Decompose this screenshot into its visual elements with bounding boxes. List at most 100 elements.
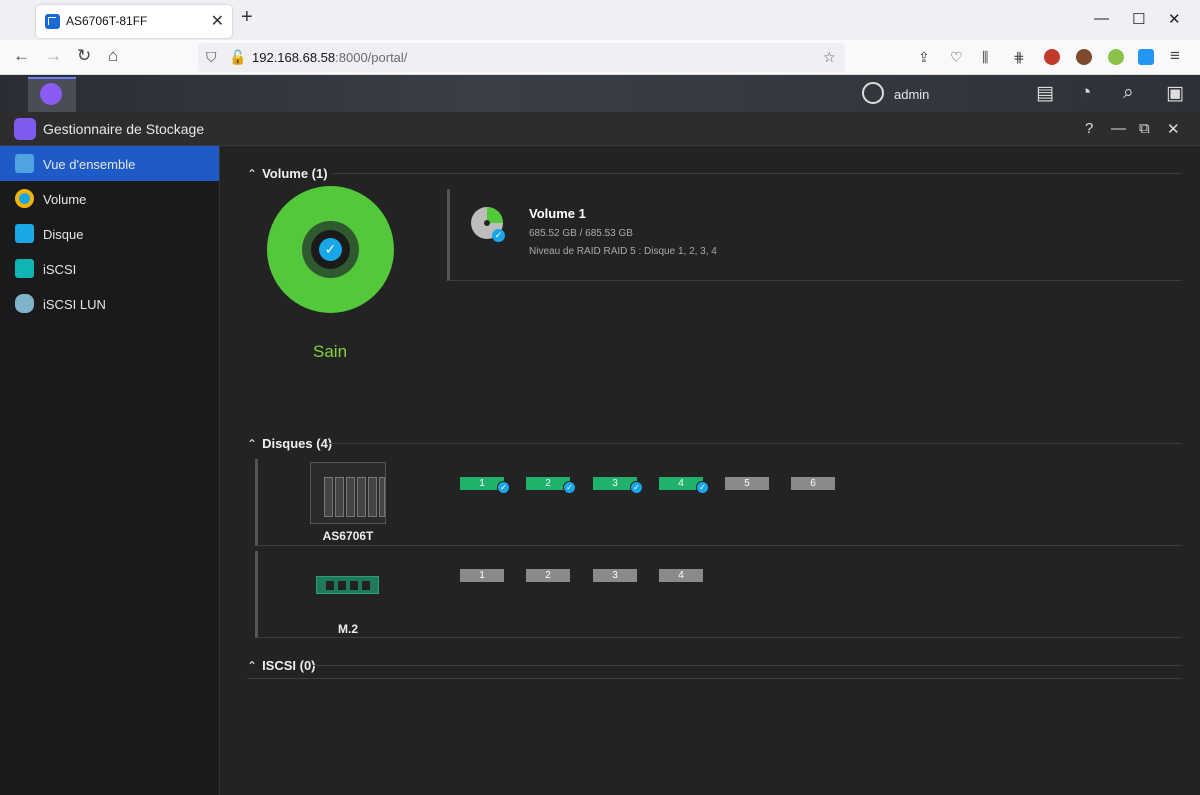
user-name: admin bbox=[894, 87, 930, 102]
forward-icon[interactable]: → bbox=[45, 46, 62, 66]
slot-number: 4 bbox=[678, 478, 684, 489]
m2-chip bbox=[362, 581, 370, 590]
save-to-pocket-icon[interactable]: ⇪ bbox=[918, 49, 930, 66]
window-minimize-button[interactable]: — bbox=[1094, 10, 1109, 27]
restore-button[interactable]: ⧉ bbox=[1139, 120, 1150, 137]
check-icon: ✓ bbox=[492, 229, 505, 242]
volume-health-chart: ✓ bbox=[267, 186, 394, 313]
search-icon[interactable]: ⌕ bbox=[1123, 82, 1134, 104]
window-close-button[interactable]: ✕ bbox=[1168, 10, 1181, 28]
check-icon: ✓ bbox=[563, 481, 576, 494]
window-title: Gestionnaire de Stockage bbox=[43, 121, 205, 137]
check-icon: ✓ bbox=[319, 238, 342, 261]
storage-manager-app-icon bbox=[40, 83, 62, 105]
m2-chip bbox=[326, 581, 334, 590]
extension-puzzle-icon[interactable] bbox=[1138, 49, 1154, 65]
close-button[interactable]: ✕ bbox=[1167, 120, 1180, 138]
sidebar-item-label: Disque bbox=[43, 227, 84, 242]
volume-raid-info: Niveau de RAID RAID 5 : Disque 1, 2, 3, … bbox=[529, 246, 717, 257]
iscsi-section-toggle[interactable]: ISCSI (0) bbox=[247, 658, 315, 673]
disk-slot[interactable]: 5 bbox=[725, 477, 769, 490]
volume-pie-icon: ✓ bbox=[471, 207, 505, 242]
disk-slot[interactable]: 2 ✓ bbox=[526, 477, 576, 494]
window-maximize-button[interactable]: ☐ bbox=[1132, 10, 1145, 28]
back-icon[interactable]: ← bbox=[13, 46, 30, 66]
dashboard-icon[interactable]: ◔ bbox=[1080, 82, 1091, 104]
check-icon: ✓ bbox=[497, 481, 510, 494]
disk-slot[interactable]: 2 bbox=[526, 569, 570, 582]
disk-slot[interactable]: 1 bbox=[460, 569, 504, 582]
extension-avatar-icon[interactable] bbox=[1076, 49, 1092, 65]
iscsi-icon bbox=[15, 259, 34, 278]
slot-number: 3 bbox=[612, 478, 618, 489]
drive-bay bbox=[379, 477, 385, 517]
minimize-button[interactable]: — bbox=[1111, 120, 1126, 137]
check-icon: ✓ bbox=[696, 481, 709, 494]
disk-slot[interactable]: 6 bbox=[791, 477, 835, 490]
device-name: AS6706T bbox=[322, 529, 374, 543]
disk-icon bbox=[15, 224, 34, 243]
health-status: Sain bbox=[313, 342, 348, 361]
sidebar-item-disk[interactable]: Disque bbox=[0, 216, 219, 251]
section-divider bbox=[247, 678, 1181, 679]
m2-chip bbox=[338, 581, 346, 590]
drive-bay bbox=[346, 477, 355, 517]
section-divider bbox=[333, 173, 1181, 174]
insecure-lock-icon[interactable]: 🔓 bbox=[229, 49, 246, 66]
reload-icon[interactable]: ↻ bbox=[77, 46, 91, 66]
sidebar-item-overview[interactable]: Vue d'ensemble bbox=[0, 146, 219, 181]
volume-name: Volume 1 bbox=[529, 206, 586, 221]
disk-slot[interactable]: 3 bbox=[593, 569, 637, 582]
m2-ssd-image bbox=[316, 576, 379, 594]
user-avatar-icon bbox=[862, 82, 884, 104]
bookmark-star-icon[interactable]: ☆ bbox=[823, 49, 836, 66]
home-icon[interactable]: ⌂ bbox=[108, 46, 118, 66]
site-favicon-icon bbox=[45, 14, 60, 29]
sidebar-item-iscsi-lun[interactable]: iSCSI LUN bbox=[0, 286, 219, 321]
extension-badge-icon[interactable] bbox=[1108, 49, 1124, 65]
device-name: M.2 bbox=[337, 622, 358, 636]
sidebar: Vue d'ensemble Volume Disque iSCSI iSCSI… bbox=[0, 146, 220, 795]
overview-icon bbox=[15, 154, 34, 173]
browser-nav-bar: ← → ↻ ⌂ ⛉ 🔓 192.168.68.58:8000/portal/ ☆… bbox=[0, 40, 1200, 75]
messages-icon[interactable]: ▤ bbox=[1036, 82, 1054, 105]
settings-panel-icon[interactable]: ▣ bbox=[1166, 82, 1184, 105]
disk-slot[interactable]: 4 bbox=[659, 569, 703, 582]
sidebar-item-iscsi[interactable]: iSCSI bbox=[0, 251, 219, 286]
library-icon[interactable]: ⫼ bbox=[982, 49, 988, 66]
device-row-nas: AS6706T 1 ✓ 2 ✓ 3 ✓ 4 ✓ 5 6 bbox=[255, 459, 1181, 546]
drive-bay bbox=[324, 477, 333, 517]
disks-section-toggle[interactable]: Disques (4) bbox=[247, 436, 332, 451]
drive-bay bbox=[357, 477, 366, 517]
volume-icon bbox=[15, 189, 34, 208]
tab-title: AS6706T-81FF bbox=[66, 14, 148, 28]
new-tab-button[interactable]: + bbox=[241, 6, 253, 29]
shield-icon[interactable]: ⛉ bbox=[206, 49, 217, 66]
sidebar-item-label: Vue d'ensemble bbox=[43, 157, 136, 172]
section-divider bbox=[327, 443, 1181, 444]
disk-slot[interactable]: 4 ✓ bbox=[659, 477, 709, 494]
extension-bars-icon[interactable]: ⋕ bbox=[1013, 49, 1025, 66]
browser-tab-strip: AS6706T-81FF ✕ + — ☐ ✕ bbox=[0, 0, 1200, 40]
help-button[interactable]: ? bbox=[1085, 120, 1093, 137]
volume-card[interactable]: ✓ Volume 1 685.52 GB / 685.53 GB Niveau … bbox=[447, 189, 1181, 281]
iscsi-lun-icon bbox=[15, 294, 34, 313]
adm-taskbar bbox=[0, 75, 1200, 112]
m2-chip bbox=[350, 581, 358, 590]
tab-close-icon[interactable]: ✕ bbox=[211, 11, 224, 31]
browser-tab[interactable]: AS6706T-81FF ✕ bbox=[36, 5, 232, 38]
sidebar-item-volume[interactable]: Volume bbox=[0, 181, 219, 216]
sidebar-item-label: iSCSI LUN bbox=[43, 297, 106, 312]
sidebar-item-label: Volume bbox=[43, 192, 87, 207]
address-bar[interactable]: ⛉ 🔓 192.168.68.58:8000/portal/ ☆ bbox=[198, 43, 845, 72]
url-text[interactable]: 192.168.68.58:8000/portal/ bbox=[252, 50, 407, 65]
disk-slot[interactable]: 1 ✓ bbox=[460, 477, 510, 494]
pocket-icon[interactable]: ♡ bbox=[950, 49, 963, 66]
volume-section-toggle[interactable]: Volume (1) bbox=[247, 166, 328, 181]
menu-icon[interactable]: ≡ bbox=[1170, 46, 1180, 66]
volume-center bbox=[484, 220, 490, 226]
health-ring: ✓ bbox=[302, 221, 359, 278]
extension-icon[interactable] bbox=[1044, 49, 1060, 65]
health-core: ✓ bbox=[311, 230, 350, 269]
disk-slot[interactable]: 3 ✓ bbox=[593, 477, 643, 494]
